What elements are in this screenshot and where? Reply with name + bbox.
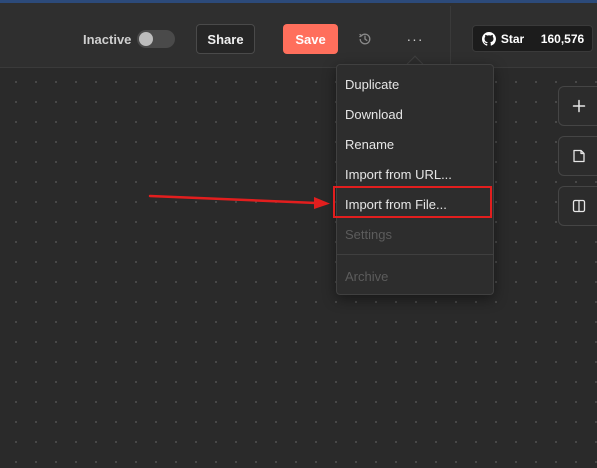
more-horizontal-icon: ··· (406, 31, 424, 47)
menu-divider (337, 254, 493, 255)
toggle-knob (139, 32, 153, 46)
panel-toggle-icon (572, 199, 586, 213)
add-sticky-note-button[interactable] (558, 136, 597, 176)
share-button[interactable]: Share (196, 24, 255, 54)
sticky-note-icon (573, 149, 585, 163)
github-star-button[interactable]: Star (472, 25, 534, 52)
menu-item-settings: Settings (345, 226, 392, 242)
menu-item-duplicate[interactable]: Duplicate (337, 71, 493, 97)
github-star-count[interactable]: 160,576 (533, 25, 593, 52)
more-options-menu: Duplicate Download Rename Import from UR… (336, 64, 494, 295)
active-toggle-label: Inactive (83, 32, 132, 47)
add-node-button[interactable] (558, 86, 597, 126)
menu-item-rename[interactable]: Rename (337, 131, 493, 157)
more-options-button[interactable]: ··· (403, 28, 427, 50)
header-toolbar: Inactive Share Save ··· Star 160,576 (0, 3, 597, 71)
active-toggle[interactable] (137, 30, 175, 48)
menu-item-download[interactable]: Download (337, 101, 493, 127)
workflow-canvas[interactable] (0, 68, 597, 468)
plus-icon (572, 99, 586, 113)
menu-item-import-from-file[interactable]: Import from File... (337, 191, 493, 217)
menu-item-archive: Archive (345, 268, 389, 284)
github-star-label: Star (500, 31, 525, 46)
toolbar-divider (450, 6, 451, 71)
save-button[interactable]: Save (283, 24, 338, 54)
history-icon[interactable] (354, 28, 376, 50)
menu-item-import-from-url[interactable]: Import from URL... (337, 161, 493, 187)
toggle-panel-button[interactable] (558, 186, 597, 226)
github-icon (481, 31, 496, 46)
